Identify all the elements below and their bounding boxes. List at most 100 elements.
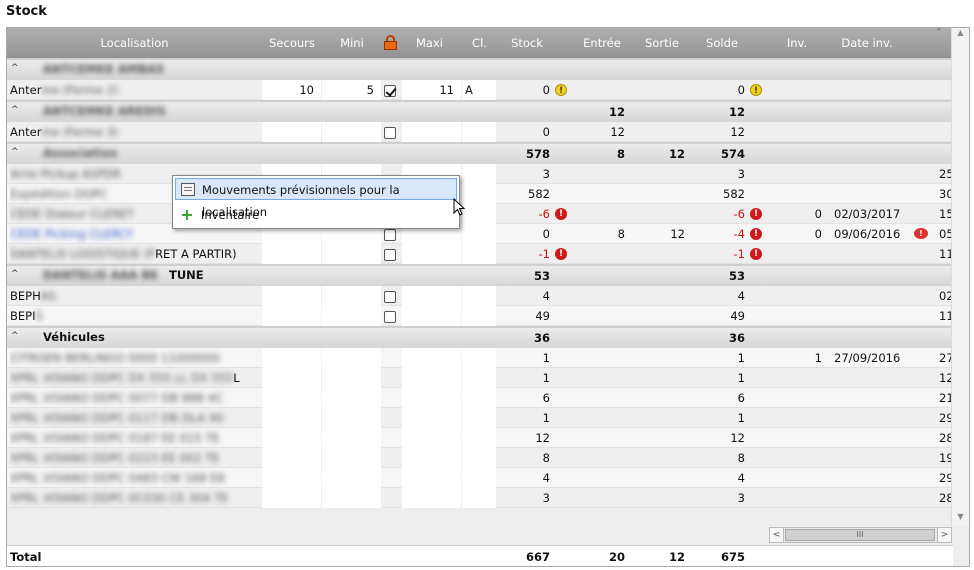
- table-row[interactable]: XPRL VOIANO DDPC 0077 DB 888 4C 6 6 21: [7, 388, 954, 408]
- lock-icon[interactable]: [384, 35, 397, 50]
- table-row[interactable]: XPRL VOIANO DDPC 0223 EE 002 TE 8 8 19: [7, 448, 954, 468]
- collapse-caret-icon[interactable]: ^: [11, 105, 19, 115]
- col-inv[interactable]: Inv.: [767, 28, 827, 58]
- col-mini[interactable]: Mini: [322, 28, 382, 58]
- total-sortie: 12: [668, 550, 685, 564]
- entree-value: [572, 80, 625, 100]
- maxi-value: [402, 286, 454, 306]
- entree-value: [572, 164, 625, 184]
- group-row[interactable]: ^ ANTCEMKE AMBAS: [7, 58, 953, 80]
- scroll-left-icon[interactable]: <: [770, 528, 784, 542]
- date-inv-value: [834, 286, 914, 306]
- group-row[interactable]: ^ DANTELIS AAA BE TUNE 53 53: [7, 264, 953, 286]
- table-row[interactable]: XPRL VOIANO DDPC 0C030 CE 304 TE 3 3 28: [7, 488, 954, 508]
- location-name-suffix: L: [233, 371, 240, 385]
- group-row[interactable]: ^ Véhicules 36 36: [7, 326, 953, 348]
- solde-value: 1: [737, 351, 745, 365]
- table-row[interactable]: DANTELIS LOGISTIQUE (PRET A PARTIR) -1! -1…: [7, 244, 954, 264]
- solde-value: -4: [733, 227, 745, 241]
- class-value: [465, 488, 495, 508]
- sortie-value: [632, 286, 685, 306]
- table-row[interactable]: XPRL VOIANO DDPC 0187 EE 015 TE 12 12 28: [7, 428, 954, 448]
- maxi-value: [402, 448, 454, 468]
- location-name-text: Expédition DOPC: [10, 187, 108, 201]
- table-row[interactable]: CEDE Dialeur CLERET -6! -6! 0 02/03/2017 15: [7, 204, 954, 224]
- entree-value: [572, 306, 625, 326]
- lock-checkbox[interactable]: [384, 290, 396, 303]
- table-row[interactable]: Anterine (Ferme 2) 10 5 11 A 0! 0!: [7, 80, 953, 100]
- location-name-text: XPRL VOIANO DDPC 0077 DB 888 4C: [10, 391, 223, 405]
- date-inv-value: 02/03/2017: [834, 207, 901, 221]
- table-row[interactable]: XPRL VOIANO DDPC DX 555 LL DX 555L 1 1 12: [7, 368, 954, 388]
- col-stock[interactable]: Stock: [497, 28, 557, 58]
- solde-value: 6: [737, 391, 745, 405]
- date-inv-value: [834, 368, 914, 388]
- menu-item-mouvements[interactable]: Mouvements prévisionnels pour la localis…: [175, 178, 457, 219]
- date-inv-value: [834, 468, 914, 488]
- grid-header: Localisation Secours Mini Maxi Cl. Stock…: [7, 28, 953, 58]
- lock-checkbox[interactable]: [384, 248, 396, 261]
- table-row[interactable]: Arrie Pickup ASPDR 3 3 25: [7, 164, 954, 184]
- resize-corner-icon[interactable]: ⌃: [935, 28, 943, 38]
- scroll-right-icon[interactable]: >: [937, 528, 951, 542]
- inv-value: [767, 368, 822, 388]
- table-row[interactable]: XPRL VOIANO DDPC 0483 CW 168 E8 4 4 29: [7, 468, 954, 488]
- sortie-value: [632, 468, 685, 488]
- maxi-value: 11: [439, 83, 454, 97]
- lock-checkbox[interactable]: [384, 310, 396, 323]
- lock-checkbox[interactable]: [384, 126, 396, 139]
- collapse-caret-icon[interactable]: ^: [11, 269, 19, 279]
- col-sortie[interactable]: Sortie: [632, 28, 692, 58]
- col-localisation[interactable]: Localisation: [7, 28, 262, 58]
- vertical-scrollbar[interactable]: ▲ ▼: [951, 28, 969, 526]
- scroll-up-icon[interactable]: ▲: [952, 28, 969, 42]
- table-row[interactable]: Expédition DOPC 582 582 30: [7, 184, 954, 204]
- maxi-value: [402, 488, 454, 508]
- table-row[interactable]: Anterine (Ferme 3) 0 12 12: [7, 122, 953, 142]
- lock-checkbox[interactable]: [384, 228, 396, 241]
- inv-value: [767, 388, 822, 408]
- location-name: XPRL VOIANO DDPC 0117 DB DLA 90: [10, 408, 260, 428]
- table-row[interactable]: BEPHAS 4 4 02: [7, 286, 954, 306]
- table-row[interactable]: BEPIS 49 49 11: [7, 306, 954, 326]
- lock-checkbox[interactable]: [384, 84, 396, 97]
- group-row[interactable]: ^ Association 578 8 12 574: [7, 142, 953, 164]
- horizontal-scrollbar[interactable]: < III >: [769, 527, 952, 543]
- class-value: A: [465, 83, 473, 97]
- group-row[interactable]: ^ ANTCEMKE AREDIS 12 12: [7, 100, 953, 122]
- table-row[interactable]: XPRL VOIANO DDPC 0117 DB DLA 90 1 1 29: [7, 408, 954, 428]
- table-row[interactable]: CEDE Picking CLERCY 0 8 12 -4! 0 09/06/2016! 05: [7, 224, 954, 244]
- inv-value: [767, 286, 822, 306]
- location-name: DANTELIS LOGISTIQUE (PRET A PARTIR): [10, 244, 260, 264]
- collapse-caret-icon[interactable]: ^: [11, 331, 19, 341]
- document-icon: [181, 183, 195, 196]
- maxi-value: [402, 122, 454, 142]
- scroll-thumb[interactable]: III: [785, 529, 935, 541]
- col-solde[interactable]: Solde: [692, 28, 752, 58]
- maxi-value: [402, 306, 454, 326]
- col-date-inv[interactable]: Date inv.: [827, 28, 907, 58]
- sortie-value: [632, 348, 685, 368]
- comment-bubble-icon[interactable]: !: [914, 228, 928, 239]
- menu-item-inventaire[interactable]: + Inventaire: [175, 204, 457, 226]
- col-maxi[interactable]: Maxi: [402, 28, 457, 58]
- col-entree[interactable]: Entrée: [572, 28, 632, 58]
- context-menu: Mouvements prévisionnels pour la localis…: [172, 175, 460, 229]
- inv-value: 1: [814, 351, 822, 365]
- collapse-caret-icon[interactable]: ^: [11, 63, 19, 73]
- solde-value: 3: [737, 167, 745, 181]
- maxi-value: [402, 244, 454, 264]
- date-inv-value: [834, 428, 914, 448]
- col-cl[interactable]: Cl.: [462, 28, 497, 58]
- mini-value: [322, 122, 374, 142]
- solde-value: -6: [733, 207, 745, 221]
- sortie-value: [632, 408, 685, 428]
- scroll-down-icon[interactable]: ▼: [952, 512, 969, 526]
- table-row[interactable]: CITROEN BERLINGO 0000 11000000 1 1 1 27/09/2…: [7, 348, 954, 368]
- group-stock: 36: [533, 331, 550, 345]
- collapse-caret-icon[interactable]: ^: [11, 147, 19, 157]
- class-value: [465, 204, 495, 224]
- col-secours[interactable]: Secours: [262, 28, 322, 58]
- location-name-text: Arrie Pickup ASPDR: [10, 167, 121, 181]
- stock-value: 1: [542, 411, 550, 425]
